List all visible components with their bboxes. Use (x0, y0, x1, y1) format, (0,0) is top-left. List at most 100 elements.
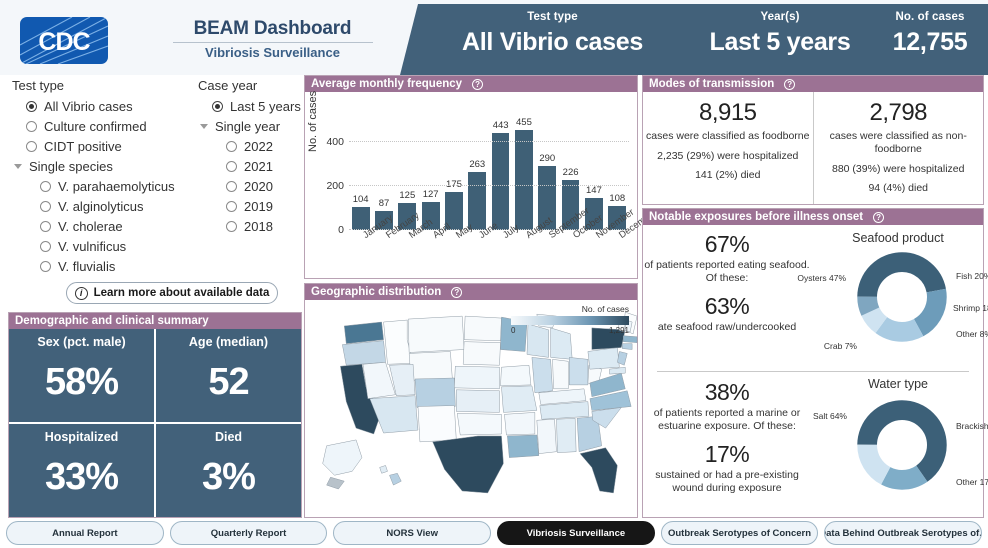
water-donut-chart[interactable] (856, 399, 948, 491)
case-year-option-4[interactable]: 2020 (198, 176, 303, 196)
test-type-option-7[interactable]: V. vulnificus (12, 236, 192, 256)
cdc-logo: CDC (20, 17, 108, 64)
test-type-option-4[interactable]: V. parahaemolyticus (12, 176, 192, 196)
case-year-option-3[interactable]: 2021 (198, 156, 303, 176)
question-icon[interactable]: ? (873, 211, 885, 223)
map-legend-gradient (511, 316, 629, 325)
exposures-panel-body: 67% of patients reported eating seafood.… (643, 225, 988, 517)
learn-more-label: Learn more about available data (93, 287, 270, 299)
seafood-pct-secondary: 63% (704, 293, 750, 319)
seafood-slice-label-fish: Fish 20% (956, 271, 988, 281)
radio-icon[interactable] (40, 240, 51, 252)
demographic-panel-body: Sex (pct. male) 58% Age (median) 52 Hospital… (9, 329, 301, 517)
bar-rect: 455 (515, 117, 533, 230)
chart-x-tick: December (606, 207, 659, 274)
chart-panel-header: Average monthly frequency ? (305, 76, 637, 92)
test-type-option-2[interactable]: CIDT positive (12, 136, 192, 156)
demographic-cell-value: 33% (44, 456, 119, 498)
transmission-panel-header: Modes of transmission ? (643, 76, 983, 92)
radio-icon[interactable] (226, 160, 237, 172)
radio-icon[interactable] (226, 180, 237, 192)
radio-icon[interactable] (26, 100, 37, 112)
case-year-option-2[interactable]: 2022 (198, 136, 303, 156)
radio-icon[interactable] (40, 220, 51, 232)
bar-value-label: 226 (562, 167, 579, 179)
tab-annual-report[interactable]: Annual Report (6, 521, 164, 545)
test-type-option-0[interactable]: All Vibrio cases (12, 96, 192, 116)
test-type-option-6[interactable]: V. cholerae (12, 216, 192, 236)
case-year-option-label: 2020 (244, 178, 273, 194)
tab-nors-view[interactable]: NORS View (333, 521, 492, 545)
question-icon[interactable]: ? (451, 286, 463, 298)
chart-bar-february[interactable]: 87 (372, 120, 395, 230)
case-year-option-5[interactable]: 2019 (198, 196, 303, 216)
test-type-group-3[interactable]: Single species (12, 156, 192, 176)
summary-banner: Test type All Vibrio cases Year(s) Last … (400, 4, 988, 75)
bar-value-label: 455 (516, 116, 532, 128)
radio-icon[interactable] (26, 120, 37, 132)
banner-cases: No. of cases 12,755 (880, 11, 980, 57)
tab-vibriosis-surveillance[interactable]: Vibriosis Surveillance (497, 521, 655, 545)
chart-x-tick: May (442, 222, 475, 274)
seafood-slice-label-oysters: Oysters 47% (797, 273, 846, 283)
page-subtitle: Vibriosis Surveillance (205, 45, 340, 60)
water-slice-label-salt: Salt 64% (812, 411, 847, 421)
chart-bar-september[interactable]: 290 (536, 120, 559, 230)
tab-quarterly-report[interactable]: Quarterly Report (169, 521, 328, 545)
non-foodborne-count: 2,798 (869, 99, 928, 126)
case-year-option-6[interactable]: 2018 (198, 216, 303, 236)
chart-bar-august[interactable]: 455 (512, 117, 535, 230)
bar-value-label: 125 (399, 189, 416, 201)
chart-bar-july[interactable]: 443 (489, 120, 512, 230)
caret-down-icon (200, 123, 208, 129)
chart-bar-january[interactable]: 104 (349, 120, 372, 230)
filter-sidebar: Test type All Vibrio cases Culture confir… (8, 78, 303, 306)
tab-data-behind-outbreak-serotypes-of[interactable]: Data Behind Outbreak Serotypes of... (824, 521, 983, 545)
radio-icon[interactable] (26, 140, 37, 152)
case-year-option-label: 2019 (244, 198, 273, 214)
seafood-donut-chart[interactable] (856, 251, 948, 343)
notable-exposures-panel: Notable exposures before illness onset ?… (642, 208, 988, 518)
dashboard-title-block: BEAM Dashboard Vibriosis Surveillance (150, 18, 395, 60)
chart-bar-june[interactable]: 263 (466, 120, 489, 230)
bar-value-label: 443 (492, 119, 509, 131)
question-icon[interactable]: ? (472, 78, 484, 90)
test-type-option-1[interactable]: Culture confirmed (12, 116, 192, 136)
bar-value-label: 147 (586, 184, 602, 196)
banner-years-value: Last 5 years (709, 28, 851, 56)
question-icon[interactable]: ? (784, 78, 796, 90)
radio-icon[interactable] (40, 200, 51, 212)
seafood-text-secondary: ate seafood raw/undercooked (657, 321, 797, 333)
test-type-option-label: All Vibrio cases (44, 98, 133, 114)
chart-x-tick: February (372, 210, 421, 274)
page-title: BEAM Dashboard (193, 18, 352, 39)
water-pct-secondary: 17% (704, 441, 750, 467)
case-year-option-label: 2021 (244, 158, 273, 174)
radio-icon[interactable] (226, 140, 237, 152)
bar-value-label: 175 (446, 178, 462, 190)
test-type-option-5[interactable]: V. alginolyticus (12, 196, 192, 216)
radio-icon[interactable] (40, 180, 51, 192)
learn-more-button[interactable]: i Learn more about available data (66, 282, 278, 304)
chart-bar-may[interactable]: 175 (442, 120, 465, 230)
foodborne-died: 141 (2%) died (695, 169, 761, 181)
radio-icon[interactable] (226, 220, 237, 232)
chart-x-tick: April (419, 221, 453, 274)
water-donut-title: Water type (868, 377, 928, 391)
case-year-group-1[interactable]: Single year (198, 116, 303, 136)
non-foodborne-died: 94 (4%) died (868, 182, 929, 194)
chart-bar-april[interactable]: 127 (419, 120, 442, 230)
tab-outbreak-serotypes-of-concern[interactable]: Outbreak Serotypes of Concern (660, 521, 819, 545)
test-type-option-label: Culture confirmed (44, 118, 147, 134)
us-choropleth-map[interactable]: No. of cases 0 1,291 (305, 300, 638, 517)
radio-icon[interactable] (212, 100, 223, 112)
demographic-cell-value: 58% (44, 361, 119, 403)
banner-years: Year(s) Last 5 years (680, 11, 880, 57)
case-year-option-0[interactable]: Last 5 years (198, 96, 303, 116)
test-type-option-8[interactable]: V. fluvialis (12, 256, 192, 276)
caret-down-icon (14, 163, 22, 169)
case-year-option-label: 2022 (244, 138, 273, 154)
test-type-option-label: V. vulnificus (58, 238, 127, 254)
radio-icon[interactable] (226, 200, 237, 212)
radio-icon[interactable] (40, 260, 51, 272)
